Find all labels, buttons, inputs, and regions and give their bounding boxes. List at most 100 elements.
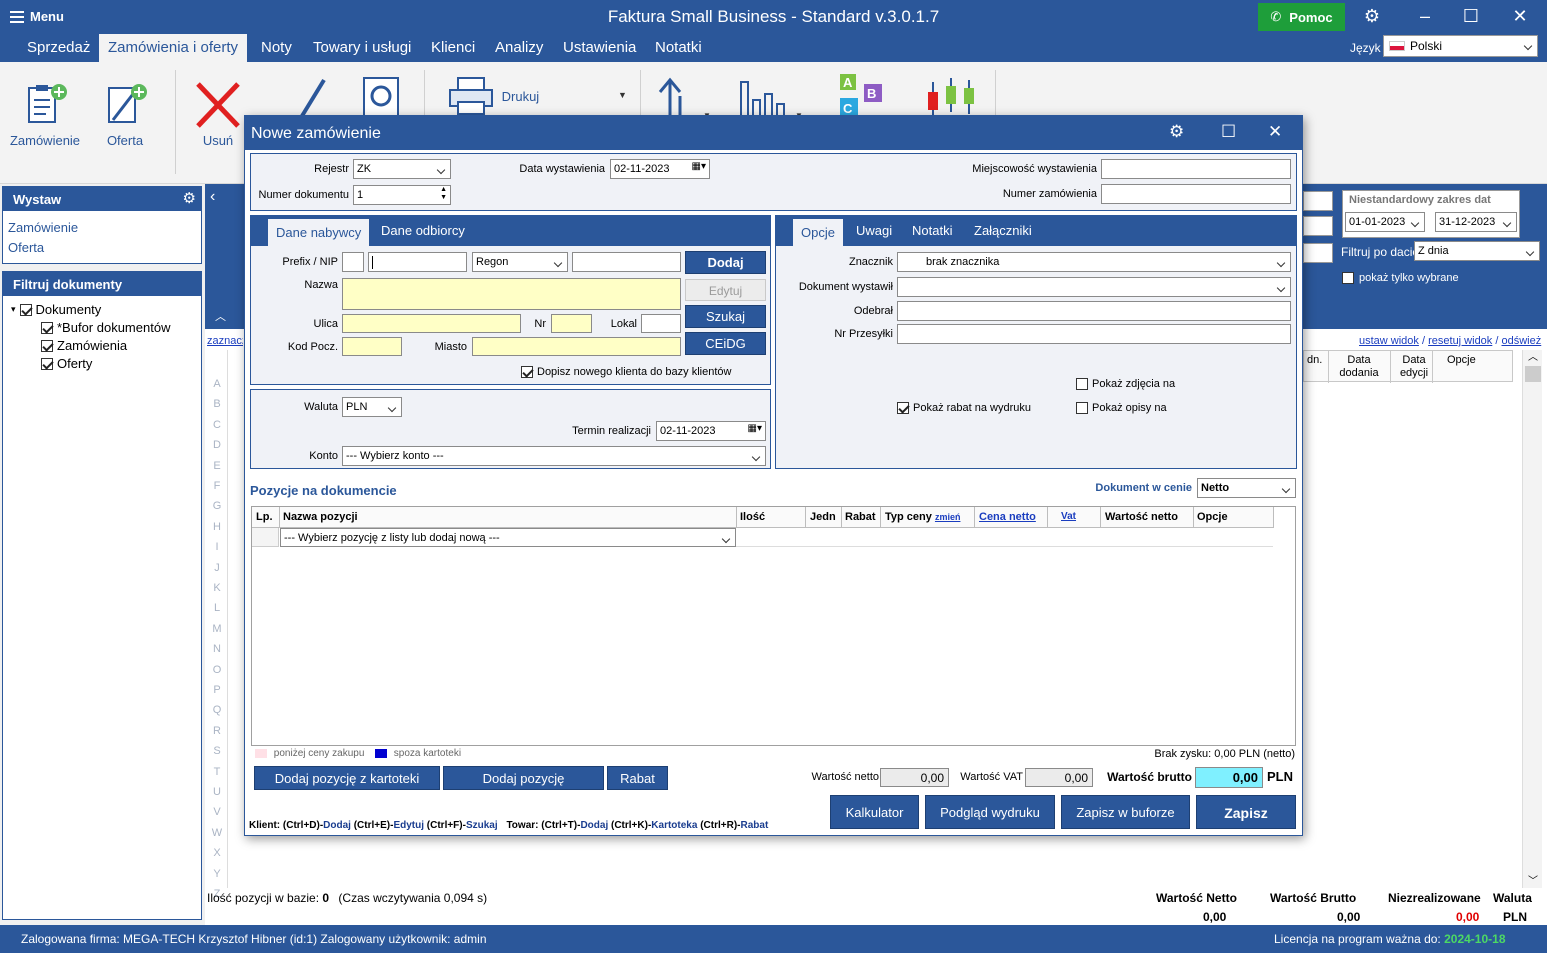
change-price-type-link[interactable]: zmień <box>935 512 961 522</box>
tree-checkbox[interactable] <box>19 303 32 316</box>
name-input[interactable] <box>342 278 681 310</box>
search-client-button[interactable]: Szukaj <box>685 305 766 328</box>
scroll-up-icon[interactable]: ︿ <box>1528 348 1538 363</box>
edit-client-button[interactable]: Edytuj <box>685 279 766 301</box>
tab-notebook[interactable]: Notatki <box>655 39 702 56</box>
date-from-input[interactable]: 01-01-2023 <box>1345 212 1425 232</box>
add-position-button[interactable]: Dodaj pozycję <box>443 766 604 790</box>
add-client-button[interactable]: Dodaj <box>685 251 766 274</box>
alphabet-letter[interactable]: R <box>208 725 226 737</box>
ceidg-button[interactable]: CEiDG <box>685 332 766 355</box>
show-discount-toggle[interactable]: Pokaż rabat na wydruku <box>897 402 1031 414</box>
alphabet-letter[interactable]: W <box>208 827 226 839</box>
alphabet-letter[interactable]: J <box>208 562 226 574</box>
currency-select[interactable]: PLN <box>342 397 402 417</box>
marker-select[interactable]: brak znacznika <box>897 252 1291 272</box>
collapse-arrow-icon[interactable]: ▾ <box>11 304 16 315</box>
pencil-icon[interactable] <box>296 76 332 120</box>
tab-orders-offers[interactable]: Zamówienia i oferty <box>99 34 248 62</box>
tab-notes[interactable]: Notatki <box>912 223 952 238</box>
add-client-to-db-toggle[interactable]: Dopisz nowego klienta do bazy klientów <box>521 366 731 378</box>
col-vat[interactable]: Vat <box>1061 511 1076 522</box>
abc-sort-icon[interactable]: A B C <box>837 72 887 120</box>
tree-checkbox[interactable] <box>41 357 53 370</box>
alphabet-letter[interactable]: U <box>208 786 226 798</box>
close-icon[interactable]: ✕ <box>1505 6 1535 27</box>
nip-input[interactable] <box>368 252 467 272</box>
alphabet-letter[interactable]: D <box>208 439 226 451</box>
tab-remarks[interactable]: Uwagi <box>856 223 892 238</box>
print-preview-button[interactable]: Podgląd wydruku <box>925 795 1055 829</box>
delete-button[interactable]: Usuń <box>190 80 246 148</box>
street-input[interactable] <box>342 314 521 333</box>
docnum-stepper[interactable]: 1 ▲ ▼ <box>353 185 451 205</box>
alphabet-letter[interactable]: K <box>208 582 226 594</box>
chevron-left-icon[interactable]: ‹ <box>210 188 215 206</box>
order-no-input[interactable] <box>1101 184 1291 204</box>
chevron-up-icon[interactable]: ︿ <box>215 308 226 324</box>
alphabet-letter[interactable]: G <box>208 500 226 512</box>
alphabet-letter[interactable]: Q <box>208 704 226 716</box>
tab-clients[interactable]: Klienci <box>431 39 475 56</box>
help-button[interactable]: ✆ Pomoc <box>1258 3 1345 31</box>
discount-button[interactable]: Rabat <box>607 766 668 790</box>
account-select[interactable]: --- Wybierz konto --- <box>342 446 766 466</box>
alphabet-letter[interactable]: N <box>208 643 226 655</box>
show-selected-toggle[interactable]: pokaż tylko wybrane <box>1342 272 1459 284</box>
print-button[interactable]: Drukuj ▼ <box>448 76 638 116</box>
issue-order-link[interactable]: Zamówienie <box>8 220 78 235</box>
show-photos-toggle[interactable]: Pokaż zdjęcia na <box>1076 378 1175 390</box>
regon-input[interactable] <box>572 252 681 272</box>
bg-filter-select[interactable] <box>1303 243 1333 263</box>
tab-options[interactable]: Opcje <box>793 219 843 246</box>
filter-by-date-select[interactable]: Z dnia <box>1414 241 1540 261</box>
show-photos-checkbox[interactable] <box>1076 378 1088 390</box>
refresh-link[interactable]: odśwież <box>1502 335 1542 347</box>
add-from-catalog-button[interactable]: Dodaj pozycję z kartoteki <box>254 766 440 790</box>
bg-filter-select[interactable] <box>1303 216 1333 236</box>
chevron-down-icon[interactable]: ▼ <box>618 90 627 100</box>
tab-analysis[interactable]: Analizy <box>495 39 543 56</box>
alphabet-letter[interactable]: I <box>208 541 226 553</box>
maximize-icon[interactable]: ☐ <box>1456 6 1486 27</box>
alphabet-letter[interactable]: M <box>208 623 226 635</box>
regon-select[interactable]: Regon <box>472 252 568 272</box>
show-desc-checkbox[interactable] <box>1076 402 1088 414</box>
new-order-button[interactable]: Zamówienie <box>8 80 82 148</box>
alphabet-letter[interactable]: X <box>208 847 226 859</box>
alphabet-letter[interactable]: V <box>208 806 226 818</box>
register-select[interactable]: ZK <box>353 159 451 179</box>
alphabet-letter[interactable]: A <box>208 378 226 390</box>
alphabet-letter[interactable]: S <box>208 745 226 757</box>
gear-icon[interactable]: ⚙ <box>183 189 196 207</box>
shipment-input[interactable] <box>897 324 1291 344</box>
save-button[interactable]: Zapisz <box>1196 795 1296 829</box>
tree-checkbox[interactable] <box>41 321 53 334</box>
tab-buyer-data[interactable]: Dane nabywcy <box>268 219 370 246</box>
bg-scrollbar[interactable]: ︿ ﹀ <box>1522 350 1542 888</box>
issue-offer-link[interactable]: Oferta <box>8 240 44 255</box>
nr-input[interactable] <box>551 314 592 333</box>
alphabet-letter[interactable]: E <box>208 460 226 472</box>
alphabet-letter[interactable]: Y <box>208 868 226 880</box>
col-net-price[interactable]: Cena netto <box>979 511 1036 523</box>
bg-filter-select[interactable] <box>1303 191 1333 211</box>
alphabet-letter[interactable]: P <box>208 684 226 696</box>
alphabet-letter[interactable]: L <box>208 602 226 614</box>
stepper-arrows-icon[interactable]: ▲ ▼ <box>440 186 447 202</box>
alphabet-letter[interactable]: F <box>208 480 226 492</box>
city-input[interactable] <box>472 337 681 356</box>
alphabet-letter[interactable]: H <box>208 521 226 533</box>
preview-magnifier-icon[interactable] <box>360 76 404 120</box>
reset-view-link[interactable]: resetuj widok <box>1428 335 1492 347</box>
issue-date-input[interactable]: 02-11-2023 ▦▾ <box>610 159 710 179</box>
postal-input[interactable] <box>342 337 402 356</box>
dialog-maximize-icon[interactable]: ☐ <box>1221 122 1236 142</box>
tab-attachments[interactable]: Załączniki <box>974 223 1032 238</box>
dialog-gear-icon[interactable]: ⚙ <box>1169 122 1184 142</box>
add-client-checkbox[interactable] <box>521 366 533 378</box>
new-offer-button[interactable]: Oferta <box>95 80 155 148</box>
prefix-input[interactable] <box>342 252 364 272</box>
scroll-down-icon[interactable]: ﹀ <box>1528 872 1538 887</box>
term-input[interactable]: 02-11-2023 ▦▾ <box>656 421 766 441</box>
